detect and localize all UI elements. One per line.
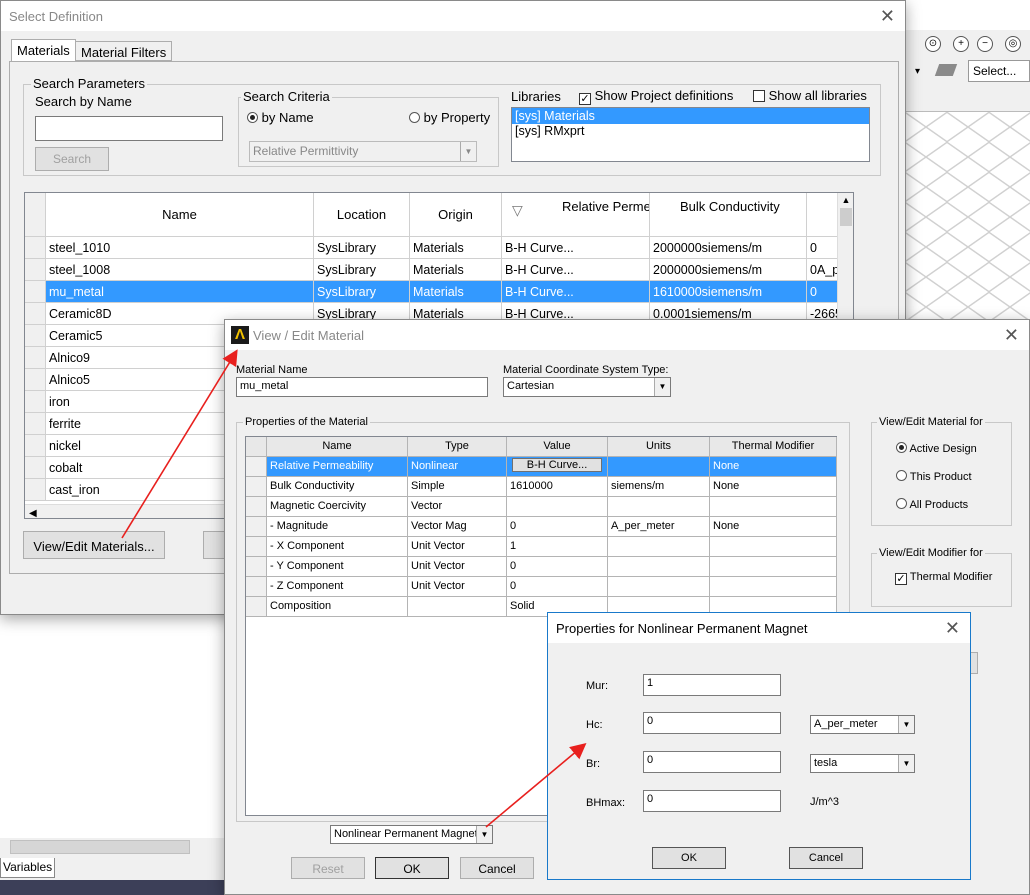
annotation-arrows bbox=[121, 349, 587, 828]
annotation-arrow-to-view-edit bbox=[121, 349, 238, 539]
annotation-arrow-to-nonlinear-dialog bbox=[485, 742, 587, 828]
